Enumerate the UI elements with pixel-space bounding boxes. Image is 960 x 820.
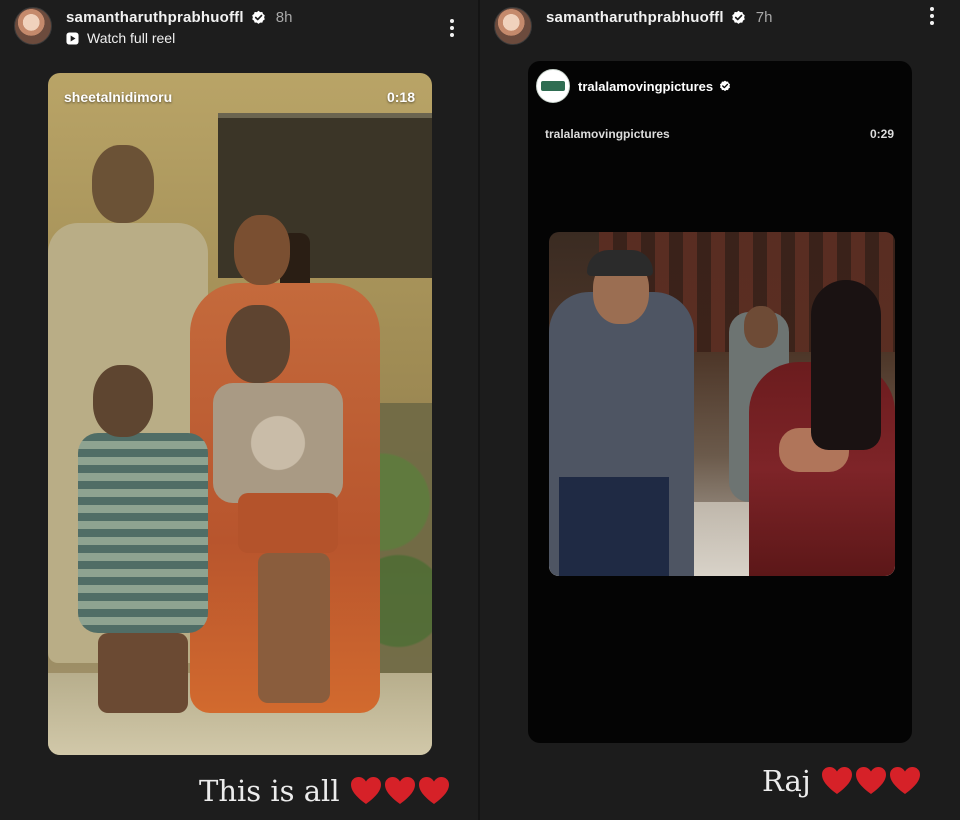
video-thumbnail[interactable] — [549, 232, 895, 576]
watch-full-reel-link[interactable]: Watch full reel — [66, 30, 292, 46]
left-story-panel: samantharuthprabhuoffl 8h Watch full ree… — [0, 0, 478, 820]
story-caption: This is all — [199, 774, 450, 808]
avatar[interactable] — [14, 7, 52, 45]
play-icon — [66, 31, 79, 45]
video-author[interactable]: tralalamovingpictures — [545, 127, 670, 141]
caption-text: Raj — [762, 764, 811, 798]
post-account[interactable]: tralalamovingpictures — [578, 79, 713, 94]
story-caption: Raj — [762, 764, 921, 798]
verified-badge-icon — [720, 80, 731, 92]
red-heart-icon — [889, 767, 920, 794]
hearts — [821, 766, 921, 796]
more-options-icon[interactable] — [442, 16, 462, 40]
verified-badge-icon — [731, 10, 745, 24]
username[interactable]: samantharuthprabhuoffl — [546, 9, 724, 26]
red-heart-icon — [418, 777, 449, 804]
left-story-header: samantharuthprabhuoffl 8h Watch full ree… — [14, 6, 292, 50]
right-story-header: samantharuthprabhuoffl 7h — [494, 6, 772, 50]
reel-author[interactable]: sheetalnidimoru — [64, 89, 172, 105]
reel-duration: 0:18 — [386, 89, 415, 105]
caption-text: This is all — [199, 774, 340, 808]
account-logo[interactable] — [536, 69, 570, 103]
red-heart-icon — [350, 777, 381, 804]
video-duration: 0:29 — [869, 127, 894, 141]
username[interactable]: samantharuthprabhuoffl — [66, 9, 244, 26]
avatar[interactable] — [494, 7, 532, 45]
right-story-panel: samantharuthprabhuoffl 7h tralalamovingp… — [480, 0, 960, 820]
reel-preview-card[interactable]: sheetalnidimoru 0:18 — [48, 73, 432, 755]
watch-full-reel-label: Watch full reel — [87, 30, 176, 46]
red-heart-icon — [855, 767, 886, 794]
verified-badge-icon — [251, 10, 265, 24]
post-time: 7h — [755, 8, 773, 26]
more-options-icon[interactable] — [922, 4, 942, 28]
red-heart-icon — [821, 767, 852, 794]
shared-post-card[interactable]: tralalamovingpictures tralalamovingpictu… — [528, 61, 912, 743]
post-time: 8h — [275, 8, 293, 26]
red-heart-icon — [384, 777, 415, 804]
hearts — [350, 776, 450, 806]
